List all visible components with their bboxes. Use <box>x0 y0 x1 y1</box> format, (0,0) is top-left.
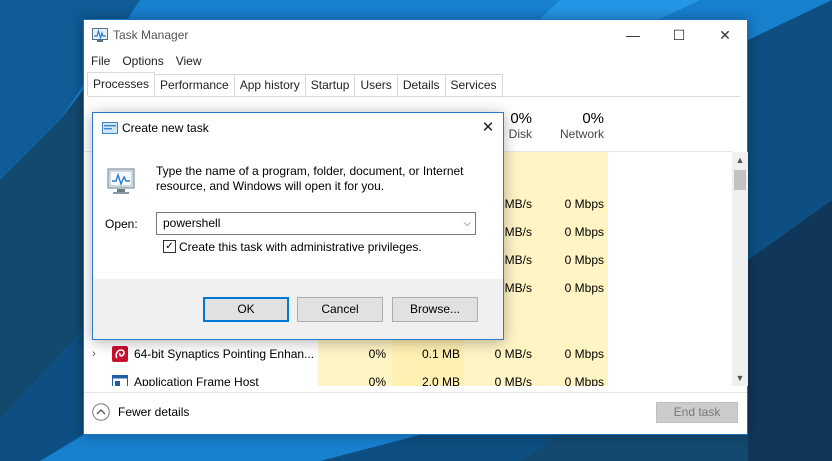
menu-options[interactable]: Options <box>116 52 169 70</box>
network-cell: 0 Mbps <box>564 347 604 361</box>
create-new-task-dialog: Create new task ✕ Type the name of a pro… <box>92 112 504 340</box>
cpu-cell: 0% <box>368 375 386 386</box>
app-frame-icon <box>112 375 128 386</box>
network-cell: 0 Mbps <box>564 253 604 267</box>
minimize-button[interactable]: — <box>610 20 656 50</box>
title-bar[interactable]: Task Manager — ☐ ✕ <box>84 20 747 50</box>
admin-privileges-label[interactable]: Create this task with administrative pri… <box>179 240 422 254</box>
tab-performance[interactable]: Performance <box>154 74 235 96</box>
column-header-network[interactable]: 0% Network <box>536 110 604 141</box>
chevron-down-icon[interactable]: ⌵ <box>463 213 471 234</box>
table-row[interactable]: › 64-bit Synaptics Pointing Enhan... 0% … <box>84 340 732 368</box>
expand-chevron-icon[interactable]: › <box>92 340 96 368</box>
tab-bar: Processes Performance App history Startu… <box>87 72 740 97</box>
vertical-scrollbar[interactable]: ▲ ▼ <box>732 152 748 386</box>
synaptics-icon <box>112 346 128 362</box>
collapse-chevron-icon[interactable] <box>92 403 110 421</box>
browse-button[interactable]: Browse... <box>392 297 478 322</box>
dialog-description: Type the name of a program, folder, docu… <box>156 164 464 193</box>
run-icon <box>102 122 118 134</box>
cpu-cell: 0% <box>368 347 386 361</box>
process-name: Application Frame Host <box>134 375 259 386</box>
tab-startup[interactable]: Startup <box>304 74 356 96</box>
footer: Fewer details End task <box>84 392 747 436</box>
task-monitor-icon <box>107 168 135 194</box>
network-label: Network <box>559 127 604 141</box>
task-manager-icon <box>92 28 108 42</box>
tab-services[interactable]: Services <box>444 74 503 96</box>
scroll-up-icon[interactable]: ▲ <box>732 152 748 168</box>
network-cell: 0 Mbps <box>564 375 604 386</box>
scrollbar-thumb[interactable] <box>734 170 746 190</box>
network-percent: 0% <box>582 110 604 127</box>
network-cell: 0 Mbps <box>564 197 604 211</box>
dialog-close-button[interactable]: ✕ <box>477 117 499 139</box>
tab-processes[interactable]: Processes <box>87 72 156 96</box>
disk-cell: 0 MB/s <box>494 375 532 386</box>
open-combobox[interactable]: powershell ⌵ <box>156 212 476 235</box>
scroll-down-icon[interactable]: ▼ <box>732 370 748 386</box>
tab-details[interactable]: Details <box>396 74 446 96</box>
memory-cell: 2.0 MB <box>421 375 460 386</box>
process-name: 64-bit Synaptics Pointing Enhan... <box>134 347 315 361</box>
cancel-button[interactable]: Cancel <box>297 297 383 322</box>
close-button[interactable]: ✕ <box>702 20 748 50</box>
memory-cell: 0.1 MB <box>421 347 460 361</box>
open-label: Open: <box>105 217 138 231</box>
table-row[interactable]: Application Frame Host 0% 2.0 MB 0 MB/s … <box>84 368 732 386</box>
menu-file[interactable]: File <box>84 52 116 70</box>
menu-bar: File Options View <box>84 52 208 70</box>
maximize-button[interactable]: ☐ <box>656 20 702 50</box>
window-title: Task Manager <box>113 28 189 42</box>
open-input-value[interactable]: powershell <box>163 213 220 234</box>
disk-cell: 0 MB/s <box>494 347 532 361</box>
ok-button[interactable]: OK <box>203 297 289 322</box>
tab-users[interactable]: Users <box>354 74 398 96</box>
fewer-details-link[interactable]: Fewer details <box>118 405 189 419</box>
admin-privileges-checkbox[interactable]: ✓ <box>163 240 176 253</box>
network-cell: 0 Mbps <box>564 281 604 295</box>
dialog-button-bar: OK Cancel Browse... <box>93 279 503 339</box>
menu-view[interactable]: View <box>170 52 208 70</box>
end-task-button[interactable]: End task <box>656 402 738 423</box>
dialog-title: Create new task <box>122 121 209 135</box>
tab-app-history[interactable]: App history <box>233 74 306 96</box>
network-cell: 0 Mbps <box>564 225 604 239</box>
